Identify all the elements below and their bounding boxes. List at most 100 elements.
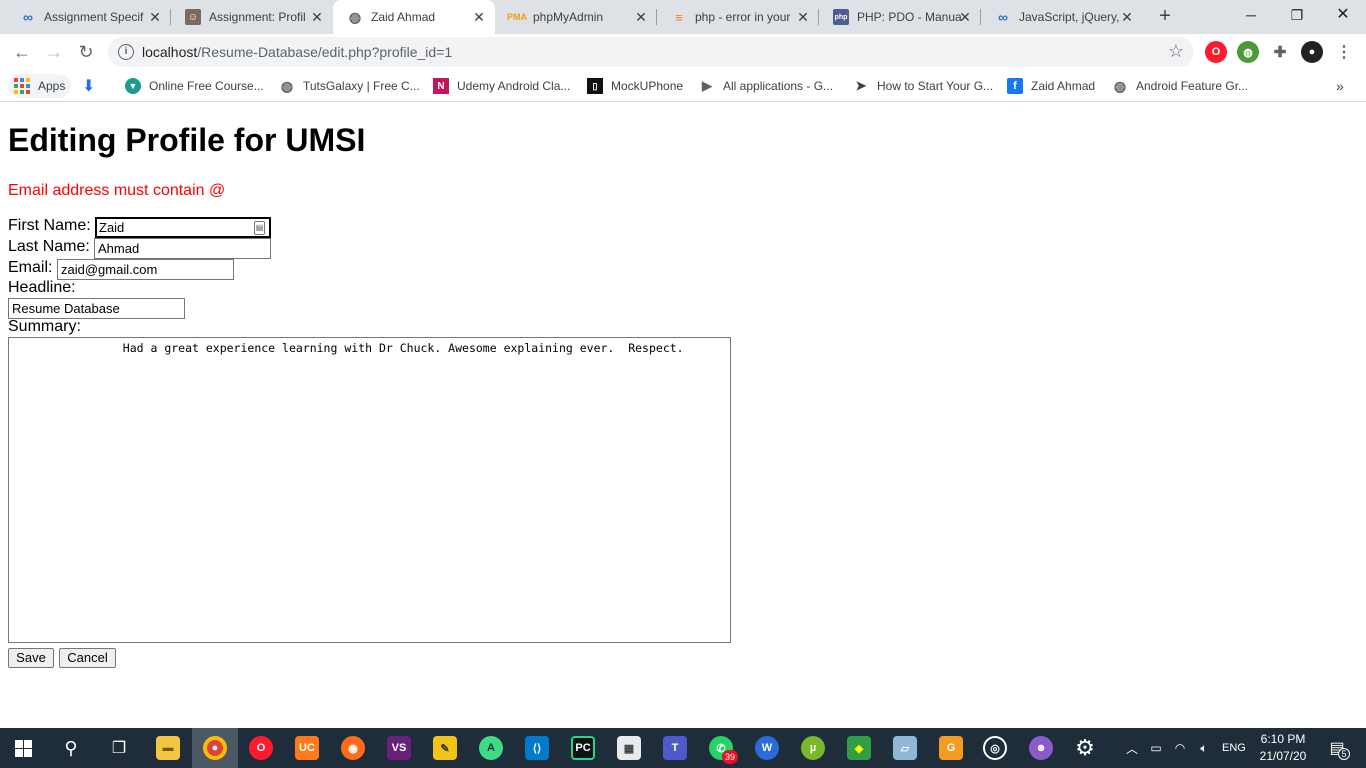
- tab-php-pdo[interactable]: php PHP: PDO - Manua ✕: [819, 0, 981, 34]
- taskbar-search-button[interactable]: ⚲: [48, 728, 94, 768]
- email-field[interactable]: zaid@gmail.com: [57, 259, 234, 280]
- globe-extension-icon[interactable]: ◍: [1237, 41, 1259, 63]
- tab-javascript-jquery[interactable]: ∞ JavaScript, jQuery, ✕: [981, 0, 1143, 34]
- taskbar-file-explorer[interactable]: ▬: [145, 728, 191, 768]
- clock[interactable]: 6:10 PM 21/07/20: [1256, 731, 1310, 765]
- bookmark-download[interactable]: ⬇: [82, 74, 95, 98]
- start-button[interactable]: [0, 728, 46, 768]
- taskbar-opera[interactable]: O: [238, 728, 284, 768]
- first-name-label: First Name:: [8, 217, 91, 234]
- close-tab-icon[interactable]: ✕: [633, 9, 649, 25]
- taskbar-settings[interactable]: ⚙: [1062, 728, 1108, 768]
- taskbar-obs[interactable]: ◎: [972, 728, 1018, 768]
- bookmark-tutsgalaxy[interactable]: ◍ TutsGalaxy | Free C...: [279, 74, 420, 98]
- taskbar-app[interactable]: ◆: [836, 728, 882, 768]
- address-bar[interactable]: i localhost/Resume-Database/edit.php?pro…: [108, 37, 1194, 67]
- taskbar-pdf[interactable]: G: [928, 728, 974, 768]
- reload-button[interactable]: ↻: [72, 38, 100, 66]
- chevron-up-icon[interactable]: ︿: [1124, 740, 1140, 757]
- close-tab-icon[interactable]: ✕: [471, 9, 487, 25]
- bookmark-label: Zaid Ahmad: [1031, 79, 1096, 93]
- close-tab-icon[interactable]: ✕: [147, 9, 163, 25]
- wps-writer-icon: W: [755, 736, 779, 760]
- taskbar-app[interactable]: ▦: [606, 728, 652, 768]
- taskbar-android-studio[interactable]: A: [468, 728, 514, 768]
- first-name-value: Zaid: [99, 220, 125, 235]
- bookmark-apps[interactable]: Apps: [8, 74, 72, 98]
- tab-zaid-ahmad[interactable]: ◍ Zaid Ahmad ✕: [333, 0, 495, 34]
- menu-kebab-icon[interactable]: ⋮: [1333, 41, 1355, 63]
- taskbar-xampp[interactable]: ✎: [422, 728, 468, 768]
- taskbar-firefox[interactable]: ◉: [330, 728, 376, 768]
- taskbar-visual-studio[interactable]: VS: [376, 728, 422, 768]
- language-indicator[interactable]: ENG: [1222, 742, 1246, 754]
- summary-textarea[interactable]: Had a great experience learning with Dr …: [8, 337, 731, 643]
- bookmark-how-to-start[interactable]: ➤ How to Start Your G...: [853, 74, 994, 98]
- close-window-button[interactable]: ✕: [1320, 0, 1366, 30]
- close-tab-icon[interactable]: ✕: [957, 9, 973, 25]
- back-button[interactable]: ←: [8, 38, 36, 66]
- bookmark-mockuphone[interactable]: ▯ MockUPhone: [587, 74, 683, 98]
- cancel-button[interactable]: Cancel: [59, 648, 116, 668]
- info-icon[interactable]: i: [118, 44, 134, 60]
- android-studio-icon: A: [479, 736, 503, 760]
- battery-icon[interactable]: ▭: [1146, 741, 1166, 755]
- volume-icon[interactable]: 🔈︎: [1194, 741, 1214, 756]
- tab-assignment-profile[interactable]: ☺ Assignment: Profil ✕: [171, 0, 333, 34]
- taskbar-whatsapp[interactable]: ✆ 39: [698, 728, 744, 768]
- close-tab-icon[interactable]: ✕: [795, 9, 811, 25]
- tab-title: JavaScript, jQuery,: [1019, 10, 1120, 24]
- profile-avatar[interactable]: ●: [1301, 41, 1323, 63]
- contact-card-icon[interactable]: ▤: [254, 221, 265, 235]
- taskbar-utorrent[interactable]: µ: [790, 728, 836, 768]
- download-icon: ⬇: [82, 78, 96, 95]
- minimize-button[interactable]: ─: [1228, 0, 1274, 30]
- new-tab-button[interactable]: +: [1154, 6, 1176, 28]
- opera-extension-icon[interactable]: O: [1205, 41, 1227, 63]
- firefox-icon: ◉: [341, 736, 365, 760]
- tab-stackoverflow[interactable]: ≡ php - error in your ✕: [657, 0, 819, 34]
- first-name-field[interactable]: Zaid ▤: [95, 217, 271, 238]
- app-icon: ▱: [893, 736, 917, 760]
- bookmark-online-free-course[interactable]: ▼ Online Free Course...: [125, 74, 264, 98]
- close-tab-icon[interactable]: ✕: [309, 9, 325, 25]
- puzzle-extensions-icon[interactable]: ✚: [1269, 41, 1291, 63]
- vscode-icon: ⟨⟩: [525, 736, 549, 760]
- wifi-icon[interactable]: ◠: [1170, 741, 1190, 755]
- utorrent-icon: µ: [801, 736, 825, 760]
- coursera-infinity-icon: ∞: [23, 9, 33, 25]
- task-view-button[interactable]: ❐: [96, 728, 142, 768]
- taskbar-vscode[interactable]: ⟨⟩: [514, 728, 560, 768]
- taskbar-pycharm[interactable]: PC: [560, 728, 606, 768]
- url-text[interactable]: localhost/Resume-Database/edit.php?profi…: [142, 44, 452, 60]
- taskbar-chrome[interactable]: ●: [192, 728, 238, 768]
- page-title: Editing Profile for UMSI: [8, 122, 366, 158]
- taskbar-uc-browser[interactable]: UC: [284, 728, 330, 768]
- restore-button[interactable]: ❐: [1274, 0, 1320, 30]
- bookmark-zaid-ahmad[interactable]: f Zaid Ahmad: [1007, 74, 1095, 98]
- bookmark-all-applications[interactable]: ▶ All applications - G...: [699, 74, 833, 98]
- tab-title: Assignment Specif: [44, 10, 144, 24]
- coursera-infinity-icon: ∞: [998, 9, 1008, 25]
- bookmark-star-icon[interactable]: ☆: [1168, 41, 1184, 62]
- more-bookmarks-button[interactable]: »: [1336, 74, 1344, 98]
- url-host: localhost: [142, 44, 198, 60]
- bookmark-android-feature[interactable]: ◍ Android Feature Gr...: [1112, 74, 1248, 98]
- headline-label: Headline:: [8, 279, 76, 296]
- action-center-button[interactable]: ▤ 5: [1322, 728, 1352, 768]
- tab-assignment-spec[interactable]: ∞ Assignment Specif ✕: [6, 0, 171, 34]
- tab-phpmyadmin[interactable]: PMA phpMyAdmin ✕: [495, 0, 657, 34]
- save-button[interactable]: Save: [8, 648, 54, 668]
- last-name-field[interactable]: Ahmad: [94, 238, 271, 259]
- mockuphone-icon: ▯: [587, 78, 603, 94]
- bookmark-udemy[interactable]: N Udemy Android Cla...: [433, 74, 570, 98]
- pdf-icon: G: [939, 736, 963, 760]
- taskbar-app[interactable]: ▱: [882, 728, 928, 768]
- close-tab-icon[interactable]: ✕: [1119, 9, 1135, 25]
- headline-field[interactable]: Resume Database: [8, 298, 185, 319]
- taskbar-teams[interactable]: T: [652, 728, 698, 768]
- forward-button[interactable]: →: [40, 38, 68, 66]
- taskbar-app[interactable]: ☻: [1018, 728, 1064, 768]
- taskbar-wps-writer[interactable]: W: [744, 728, 790, 768]
- bookmark-label: How to Start Your G...: [877, 79, 994, 93]
